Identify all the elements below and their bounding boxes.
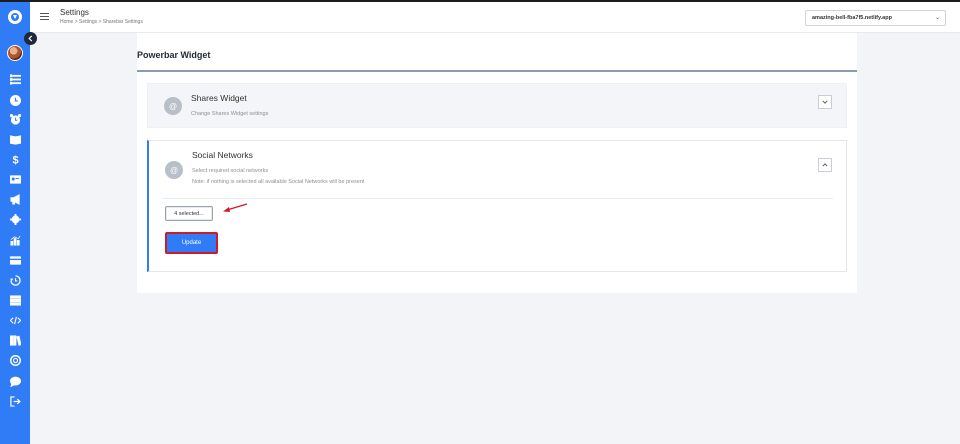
logo-icon[interactable] — [8, 10, 22, 24]
sidebar: $ — [0, 2, 30, 444]
at-sign-icon: @ — [164, 97, 182, 115]
library-icon[interactable] — [8, 333, 22, 347]
menu-icon[interactable] — [40, 13, 49, 20]
id-card-icon[interactable] — [8, 172, 22, 186]
gear-icon[interactable] — [8, 212, 22, 226]
shares-widget-subtitle: Change Shares Widget settings — [191, 111, 269, 117]
list-icon[interactable] — [8, 72, 22, 86]
update-button[interactable]: Update — [165, 232, 218, 254]
breadcrumb: Home > Settings > Sharebar Settings — [60, 19, 143, 25]
annotation-arrow-icon — [223, 203, 248, 212]
sidebar-collapse-button[interactable] — [24, 32, 37, 45]
chevron-up-icon — [822, 163, 828, 167]
chevron-down-icon: ⌄ — [934, 15, 940, 21]
site-select[interactable]: amazing-bell-fba7f5.netlify.app ⌄ — [805, 10, 946, 26]
at-sign-icon: @ — [165, 161, 183, 179]
social-networks-collapse-button[interactable] — [818, 158, 832, 172]
alarm-icon[interactable] — [8, 112, 22, 126]
history-icon[interactable] — [8, 273, 22, 287]
avatar[interactable] — [7, 45, 23, 61]
panel-divider — [163, 198, 833, 199]
powerbar-widget-card: Powerbar Widget @ Shares Widget Change S… — [137, 33, 857, 293]
credit-card-icon[interactable] — [8, 253, 22, 267]
logout-icon[interactable] — [8, 394, 22, 408]
book-icon[interactable] — [8, 132, 22, 146]
code-icon[interactable] — [8, 313, 22, 327]
page-title: Settings — [60, 8, 89, 17]
shares-widget-heading: Shares Widget — [191, 93, 247, 103]
chevron-down-icon — [822, 100, 828, 104]
social-networks-multiselect[interactable]: 4 selected... — [165, 206, 213, 221]
support-icon[interactable] — [8, 353, 22, 367]
social-networks-panel: @ Social Networks Select required social… — [147, 140, 847, 272]
clock-icon[interactable] — [8, 93, 22, 107]
shares-widget-panel[interactable]: @ Shares Widget Change Shares Widget set… — [147, 83, 847, 128]
chart-icon[interactable] — [8, 233, 22, 247]
dollar-icon[interactable]: $ — [8, 152, 22, 166]
chevron-left-icon — [28, 35, 33, 42]
table-icon[interactable] — [8, 293, 22, 307]
chat-icon[interactable] — [8, 374, 22, 388]
svg-text:$: $ — [12, 154, 18, 164]
card-title: Powerbar Widget — [137, 50, 211, 60]
social-networks-subtitle: Select required social networks — [192, 168, 269, 174]
shares-widget-expand-button[interactable] — [818, 95, 832, 109]
megaphone-icon[interactable] — [8, 192, 22, 206]
top-header: Settings Home > Settings > Sharebar Sett… — [30, 2, 960, 33]
social-networks-note: Note: if nothing is selected all availab… — [192, 179, 365, 185]
site-select-value: amazing-bell-fba7f5.netlify.app — [812, 15, 892, 21]
card-title-divider — [137, 70, 857, 72]
social-networks-heading: Social Networks — [192, 150, 253, 160]
